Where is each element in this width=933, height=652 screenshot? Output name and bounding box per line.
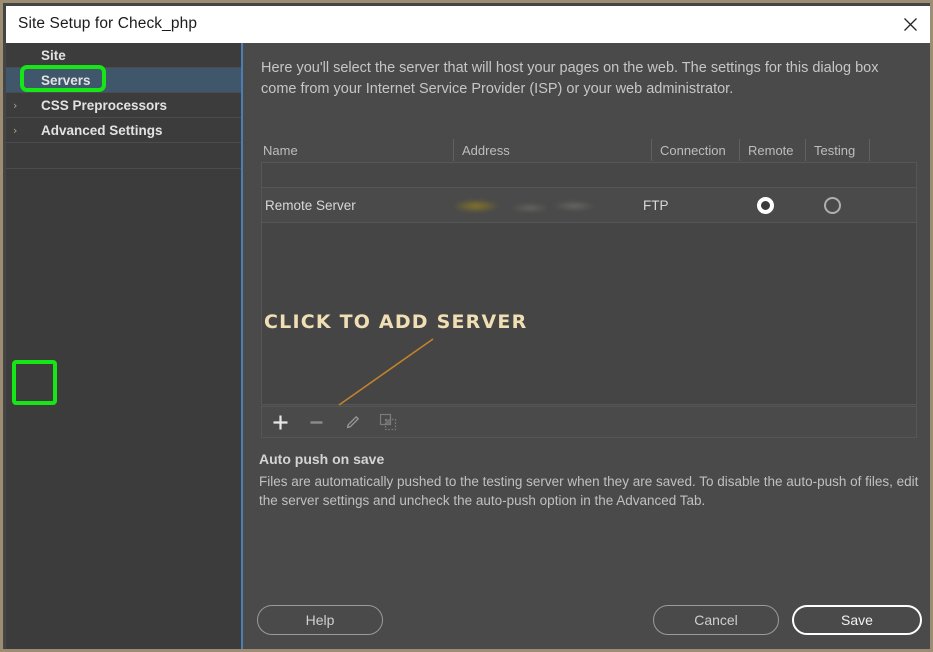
auto-push-description: Files are automatically pushed to the te… (259, 474, 919, 508)
server-table-header: Name Address Connection Remote Testing (261, 139, 898, 161)
cell-server-name: Remote Server (265, 197, 356, 213)
site-setup-dialog: Site Setup for Check_php Site Servers › … (0, 0, 933, 652)
window-title: Site Setup for Check_php (18, 15, 198, 32)
sidebar-item-label: Advanced Settings (41, 122, 163, 138)
servers-panel: Here you'll select the server that will … (243, 43, 930, 649)
redacted-address (452, 198, 612, 212)
sidebar-item-css-preprocessors[interactable]: › CSS Preprocessors (6, 93, 241, 118)
column-header-remote: Remote (739, 139, 805, 161)
table-row-spacer (262, 163, 916, 188)
radio-testing-unselected[interactable] (823, 196, 841, 214)
sidebar-filler-row (6, 143, 241, 169)
chevron-right-icon: › (13, 123, 18, 137)
sidebar-item-servers[interactable]: Servers (6, 68, 241, 93)
cancel-button[interactable]: Cancel (653, 605, 779, 635)
sidebar-item-advanced-settings[interactable]: › Advanced Settings (6, 118, 241, 143)
table-row[interactable]: Remote Server FTP (262, 188, 916, 223)
close-icon[interactable] (887, 6, 930, 43)
column-header-testing: Testing (805, 139, 869, 161)
column-header-connection: Connection (651, 139, 739, 161)
sidebar: Site Servers › CSS Preprocessors › Advan… (6, 43, 241, 649)
cell-testing-radio[interactable] (800, 188, 864, 222)
edit-server-pencil-icon[interactable] (334, 407, 370, 437)
sidebar-item-label: CSS Preprocessors (41, 97, 168, 113)
add-server-button[interactable] (262, 407, 298, 437)
server-list: Remote Server FTP (261, 162, 917, 405)
column-header-address: Address (453, 139, 651, 161)
column-header-name: Name (263, 142, 298, 158)
radio-remote-selected[interactable] (756, 196, 774, 214)
sidebar-item-label: Site (41, 47, 66, 63)
title-bar: Site Setup for Check_php (6, 6, 930, 44)
cell-remote-radio[interactable] (732, 188, 798, 222)
save-button[interactable]: Save (792, 605, 922, 635)
sidebar-item-label: Servers (41, 72, 91, 88)
remove-server-button[interactable] (298, 407, 334, 437)
column-header-end (869, 139, 879, 161)
sidebar-item-site[interactable]: Site (6, 43, 241, 68)
duplicate-server-icon[interactable] (370, 407, 406, 437)
auto-push-title: Auto push on save (259, 451, 385, 467)
cell-connection-type: FTP (643, 197, 669, 213)
panel-description: Here you'll select the server that will … (261, 60, 879, 97)
chevron-right-icon: › (13, 98, 18, 112)
server-list-toolbar (261, 406, 917, 438)
cell-server-address (452, 188, 622, 222)
help-button[interactable]: Help (257, 605, 383, 635)
